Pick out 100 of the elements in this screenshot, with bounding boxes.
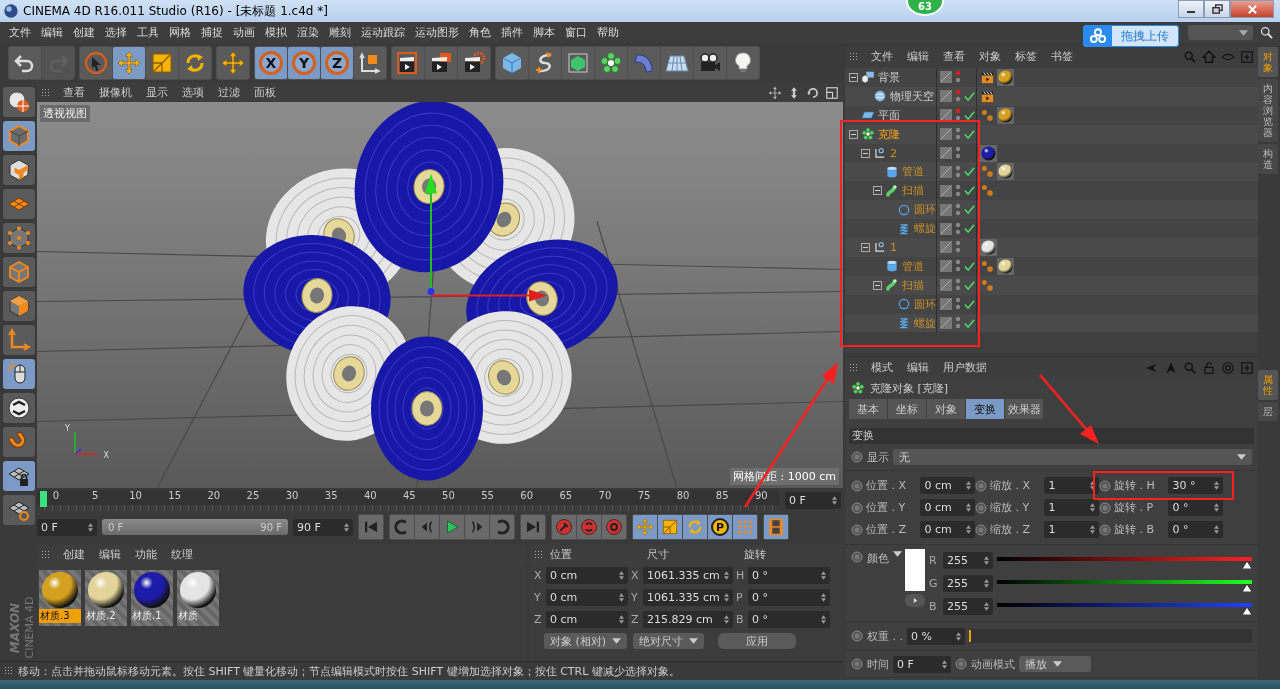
display-dropdown[interactable]: 无 <box>893 449 1252 465</box>
object-menu-item[interactable]: 对象 <box>973 49 1007 64</box>
number-field[interactable]: 1 <box>1044 521 1099 538</box>
object-menu-item[interactable]: 标签 <box>1009 49 1043 64</box>
object-name[interactable]: 圆环 <box>914 296 936 312</box>
number-field[interactable]: 0 cm <box>920 499 975 516</box>
playback-button[interactable]: P <box>708 515 732 539</box>
rotation-field[interactable]: 0 ° <box>748 588 830 606</box>
menu-item[interactable]: 运动图形 <box>410 25 464 40</box>
axis-label: X <box>534 568 543 582</box>
object-menu-item[interactable]: 书签 <box>1045 49 1079 64</box>
start-frame-field[interactable]: 0 F <box>37 518 97 536</box>
timeline-ruler[interactable]: 0 5 10 15 20 25 30 35 40 45 50 55 60 65 70 75 80 85 90 <box>37 490 779 510</box>
tab[interactable]: 效果器 <box>1005 399 1043 419</box>
tab[interactable]: 基本 <box>849 399 887 419</box>
toolbar-button[interactable]: Z <box>321 47 353 79</box>
side-tab[interactable]: 构造 <box>1258 144 1278 174</box>
menu-item[interactable]: 动画 <box>228 25 260 40</box>
material-swatch[interactable]: 材质.3 <box>39 570 81 626</box>
side-tab[interactable]: 对象 <box>1258 47 1278 77</box>
weight-field[interactable]: 0 % <box>907 627 965 645</box>
menu-item[interactable]: 帮助 <box>592 25 624 40</box>
end-frame-field[interactable]: 90 F <box>293 518 353 536</box>
menu-item[interactable]: 创建 <box>68 25 100 40</box>
viewport-menu-item[interactable]: 选项 <box>176 85 210 100</box>
toolbar-button[interactable]: Y <box>288 47 320 79</box>
menu-item[interactable]: 文件 <box>4 25 36 40</box>
viewport-menu-item[interactable]: 摄像机 <box>93 85 138 100</box>
viewport-menu-item[interactable]: 面板 <box>248 85 282 100</box>
tab[interactable]: 变换 <box>966 399 1004 419</box>
object-name[interactable]: 平面 <box>878 107 900 123</box>
side-tab[interactable]: 层 <box>1258 402 1278 421</box>
menu-item[interactable]: 编辑 <box>36 25 68 40</box>
menu-item[interactable]: 网格 <box>164 25 196 40</box>
menu-item[interactable]: 脚本 <box>528 25 560 40</box>
upload-button[interactable]: 拖拽上传 <box>1083 25 1179 47</box>
object-name[interactable]: 螺旋 <box>914 221 936 237</box>
viewport-menu-item[interactable]: 过滤 <box>212 85 246 100</box>
menu-item[interactable]: 选择 <box>100 25 132 40</box>
attribute-menu-item[interactable]: 用户数据 <box>937 360 993 375</box>
size-field[interactable]: 1061.335 cm <box>643 566 733 584</box>
menu-item[interactable]: 插件 <box>496 25 528 40</box>
coordinate-mode-dropdown[interactable]: 对象 (相对) <box>544 633 628 649</box>
viewport-menu-item[interactable]: 查看 <box>57 85 91 100</box>
menu-item[interactable]: 模拟 <box>260 25 292 40</box>
tab[interactable]: 对象 <box>927 399 965 419</box>
channel-field[interactable]: 255 <box>943 597 993 615</box>
rotation-field[interactable]: 0 ° <box>748 566 830 584</box>
rotation-field[interactable]: 0 ° <box>748 610 830 628</box>
size-field[interactable]: 215.829 cm <box>643 610 733 628</box>
material-swatch[interactable]: 材质.1 <box>131 570 173 626</box>
material-name: 材质.1 <box>131 609 163 623</box>
number-field[interactable]: 0 cm <box>920 477 975 494</box>
material-menu-item[interactable]: 创建 <box>57 547 91 562</box>
material-menu-item[interactable]: 编辑 <box>93 547 127 562</box>
menu-item[interactable]: 窗口 <box>560 25 592 40</box>
axis-label: Z <box>534 612 543 626</box>
material-menu-item[interactable]: 功能 <box>129 547 163 562</box>
position-field[interactable]: 0 cm <box>546 610 628 628</box>
number-field[interactable]: 30 ° <box>1168 477 1223 494</box>
menu-item[interactable]: 角色 <box>464 25 496 40</box>
side-tab[interactable]: 属性 <box>1258 370 1278 400</box>
object-menu-item[interactable]: 文件 <box>865 49 899 64</box>
number-field[interactable]: 1 <box>1044 499 1099 516</box>
number-field[interactable]: 1 <box>1044 477 1099 494</box>
menu-item[interactable]: 雕刻 <box>324 25 356 40</box>
channel-field[interactable]: 255 <box>943 574 993 592</box>
menu-item[interactable]: 运动跟踪 <box>356 25 410 40</box>
animation-mode-dropdown[interactable]: 播放 <box>1019 656 1091 672</box>
attribute-menu-item[interactable]: 模式 <box>865 360 899 375</box>
viewport-menu-item[interactable]: 显示 <box>140 85 174 100</box>
apply-button[interactable]: 应用 <box>718 633 797 649</box>
number-field[interactable]: 0 cm <box>920 521 975 538</box>
object-name[interactable]: 管道 <box>902 258 924 274</box>
toolbar-button[interactable]: X <box>255 47 287 79</box>
material-menu-item[interactable]: 纹理 <box>165 547 199 562</box>
material-name: 材质 <box>177 609 199 623</box>
menu-item[interactable]: 渲染 <box>292 25 324 40</box>
object-menu-item[interactable]: 查看 <box>937 49 971 64</box>
object-name[interactable]: 扫描 <box>902 183 924 199</box>
menu-item[interactable]: 捕捉 <box>196 25 228 40</box>
object-title: 克隆对象 [克隆] <box>870 380 949 396</box>
channel-field[interactable]: 255 <box>943 551 993 569</box>
object-name[interactable]: 克隆 <box>878 126 900 142</box>
number-field[interactable]: 0 ° <box>1168 521 1223 538</box>
material-swatch[interactable]: 材质 <box>177 570 219 626</box>
attribute-menu-item[interactable]: 编辑 <box>901 360 935 375</box>
position-field[interactable]: 0 cm <box>546 566 628 584</box>
time-field[interactable]: 0 F <box>893 655 951 673</box>
current-frame-field[interactable]: 0 F <box>785 491 841 509</box>
object-name[interactable]: 背景 <box>878 69 900 85</box>
size-mode-dropdown[interactable]: 绝对尺寸 <box>633 633 705 649</box>
side-tab[interactable]: 内容浏览器 <box>1258 79 1278 142</box>
position-field[interactable]: 0 cm <box>546 588 628 606</box>
menu-item[interactable]: 工具 <box>132 25 164 40</box>
object-name[interactable]: 物理天空 <box>890 88 934 104</box>
material-swatch[interactable]: 材质.2 <box>85 570 127 626</box>
object-menu-item[interactable]: 编辑 <box>901 49 935 64</box>
tab[interactable]: 坐标 <box>888 399 926 419</box>
size-field[interactable]: 1061.335 cm <box>643 588 733 606</box>
